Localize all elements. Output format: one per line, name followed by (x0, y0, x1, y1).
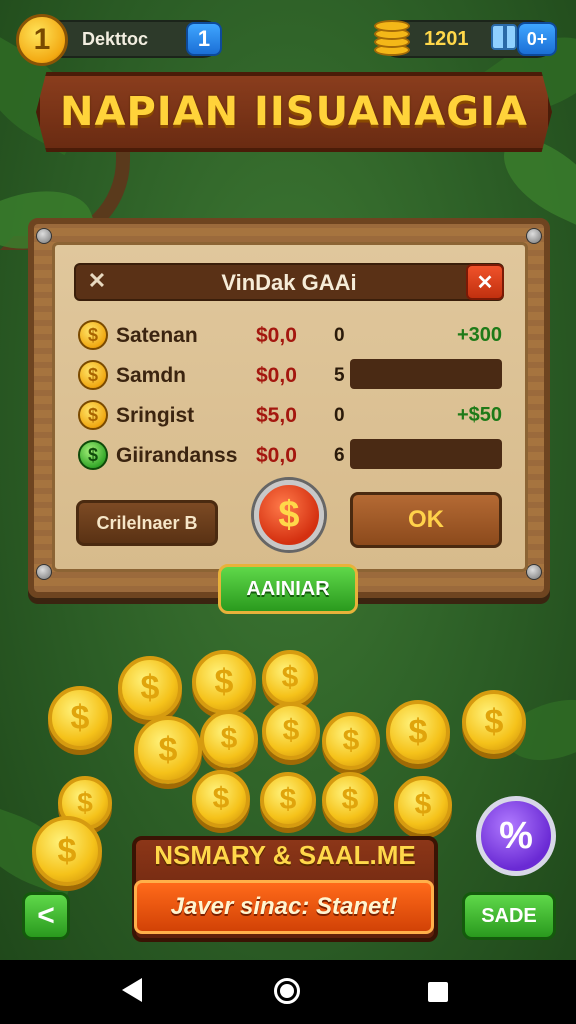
level-badge[interactable]: 1 (186, 22, 222, 56)
gold-coin-icon[interactable]: $ (462, 690, 526, 754)
close-button[interactable]: ✕ (466, 264, 504, 300)
ok-button[interactable]: OK (350, 492, 502, 548)
dollar-button[interactable]: $ (254, 480, 324, 550)
level-coin-icon: 1 (16, 14, 68, 66)
promo-title: NSMARY & SAAL.ME (154, 840, 416, 870)
nav-home-icon[interactable] (274, 978, 300, 1004)
dialog-title: VinDak GAAi (221, 270, 357, 295)
gold-coin-icon[interactable]: $ (322, 712, 380, 770)
gold-coin-icon[interactable]: $ (260, 772, 316, 828)
item-gain: +300 (456, 324, 502, 346)
discount-percent-button[interactable]: % (476, 796, 556, 876)
nav-recents-icon[interactable] (428, 982, 448, 1002)
item-name: Satenan (116, 324, 198, 347)
gold-coin-icon[interactable]: $ (262, 650, 318, 706)
gold-coin-icon[interactable]: $ (192, 770, 250, 828)
gold-coin-icon[interactable]: $ (394, 776, 452, 834)
gold-coin-icon[interactable]: $ (118, 656, 182, 720)
coin-icon: $ (78, 320, 108, 350)
gold-coin-icon[interactable]: $ (262, 702, 320, 760)
item-progress-bar (350, 359, 502, 389)
item-quantity: 0 (334, 325, 345, 346)
gift-badge[interactable]: 0+ (517, 22, 557, 56)
rivet-icon (36, 228, 52, 244)
main-action-button[interactable]: AAINIAR (218, 564, 358, 614)
coin-count: 1201 (424, 28, 469, 50)
title-banner: NAPIAN IISUANAGIA (36, 72, 552, 152)
item-quantity: 0 (334, 405, 345, 426)
rivet-icon (526, 564, 542, 580)
item-name: Giirandanss (116, 444, 238, 467)
item-price: $0,0 (256, 364, 297, 387)
gold-coin-icon[interactable]: $ (192, 650, 256, 714)
nav-back-icon[interactable] (122, 978, 142, 1002)
calendar-button[interactable]: Crilelnaer B (76, 500, 218, 546)
item-name: Samdn (116, 364, 187, 387)
gift-icon[interactable] (491, 24, 517, 50)
item-quantity: 5 (334, 365, 345, 386)
gold-coin-icon[interactable]: $ (322, 772, 378, 828)
item-price: $5,0 (256, 404, 297, 427)
gold-coin-icon[interactable]: $ (200, 710, 258, 768)
coin-stack-icon (374, 16, 414, 60)
gold-coin-icon[interactable]: $ (134, 716, 202, 784)
game-title: NAPIAN IISUANAGIA (60, 89, 528, 135)
item-gain: +$50 (456, 404, 502, 426)
item-quantity: 6 (334, 445, 345, 466)
item-price: $0,0 (256, 324, 297, 347)
green-coin-icon: $ (78, 440, 108, 470)
gold-coin-icon[interactable]: $ (48, 686, 112, 750)
promo-start-button[interactable]: Javer sinac: Stanet! (134, 880, 434, 934)
sade-button[interactable]: SADE (462, 892, 556, 940)
rivet-icon (36, 564, 52, 580)
item-progress-bar (350, 439, 502, 469)
coin-icon: $ (78, 400, 108, 430)
gold-coin-icon[interactable]: $ (386, 700, 450, 764)
item-price: $0,0 (256, 444, 297, 467)
player-name: Dekttoc (82, 29, 149, 49)
item-name: Sringist (116, 404, 195, 427)
back-button[interactable]: < (22, 892, 70, 940)
rivet-icon (526, 228, 542, 244)
gold-coin-icon[interactable]: $ (32, 816, 102, 886)
coin-icon: $ (78, 360, 108, 390)
